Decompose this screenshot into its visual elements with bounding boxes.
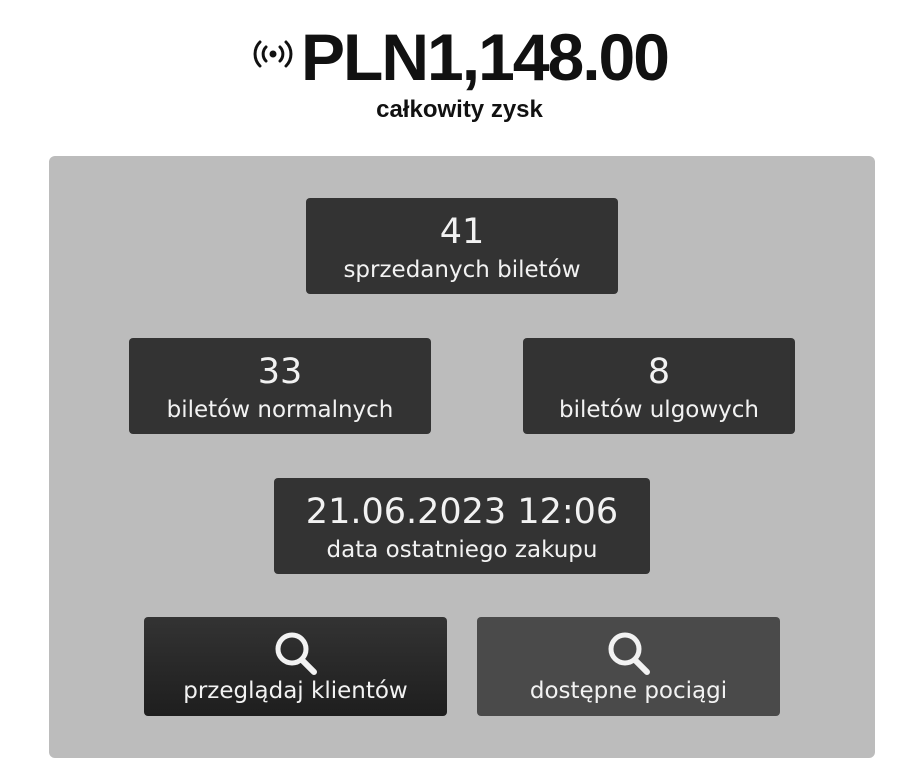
- sold-tickets-card: 41 sprzedanych biletów: [306, 198, 618, 294]
- broadcast-icon: [253, 40, 293, 68]
- total-row: PLN1,148.00: [0, 18, 919, 96]
- search-icon: [275, 632, 317, 675]
- available-trains-button[interactable]: dostępne pociągi: [477, 617, 780, 716]
- total-profit-label: całkowity zysk: [376, 96, 543, 123]
- reduced-tickets-label: biletów ulgowych: [558, 397, 760, 423]
- sold-tickets-value: 41: [439, 212, 485, 252]
- normal-tickets-label: biletów normalnych: [166, 397, 394, 423]
- reduced-tickets-card: 8 biletów ulgowych: [523, 338, 795, 434]
- reduced-tickets-value: 8: [647, 352, 671, 392]
- last-purchase-label: data ostatniego zakupu: [326, 537, 598, 563]
- available-trains-label: dostępne pociągi: [529, 678, 728, 704]
- sold-tickets-label: sprzedanych biletów: [343, 257, 581, 283]
- browse-clients-button[interactable]: przeglądaj klientów: [144, 617, 447, 716]
- total-profit-amount: PLN1,148.00: [301, 20, 670, 94]
- normal-tickets-card: 33 biletów normalnych: [129, 338, 431, 434]
- search-icon: [608, 632, 650, 675]
- stats-panel: 41 sprzedanych biletów 33 biletów normal…: [49, 156, 875, 758]
- browse-clients-label: przeglądaj klientów: [183, 678, 408, 704]
- last-purchase-card: 21.06.2023 12:06 data ostatniego zakupu: [274, 478, 650, 574]
- normal-tickets-value: 33: [257, 352, 303, 392]
- last-purchase-value: 21.06.2023 12:06: [305, 492, 619, 532]
- header: PLN1,148.00 całkowity zysk: [0, 0, 919, 140]
